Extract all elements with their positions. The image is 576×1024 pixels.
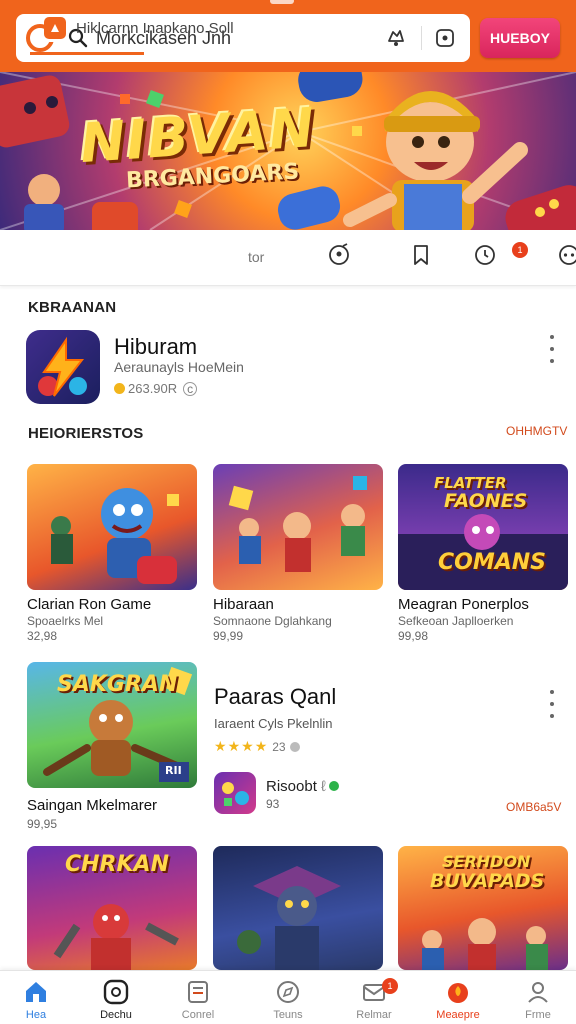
game-card-subtitle: Somnaone Dglahkang bbox=[213, 614, 332, 628]
star-icon: ★ bbox=[227, 738, 241, 754]
section-title: KBRAANAN bbox=[28, 299, 117, 316]
scan-icon[interactable] bbox=[432, 25, 458, 51]
game-card-subtitle: Spoaelrks Mel bbox=[27, 614, 104, 628]
feature-more-button[interactable] bbox=[548, 690, 556, 718]
card-art-text: FAONES bbox=[444, 490, 528, 512]
info-icon[interactable]: c bbox=[183, 381, 198, 396]
game-card-price: 99,99 bbox=[213, 629, 244, 643]
card-art-text: SERHDON bbox=[442, 852, 531, 871]
nav-label: Relmar bbox=[356, 1009, 392, 1021]
card-art-text: CHRKAN bbox=[65, 852, 169, 877]
game-card-title[interactable]: Hibaraan bbox=[213, 596, 274, 613]
game-card-image[interactable]: FLATTER FAONES COMANS bbox=[398, 464, 568, 590]
nav-chat[interactable]: Dechu bbox=[80, 972, 152, 1024]
nav-label: Hea bbox=[25, 1009, 47, 1021]
nav-explore[interactable]: Teuns bbox=[252, 972, 324, 1024]
camera-search-icon[interactable] bbox=[383, 25, 409, 51]
mini-app-count: 93 bbox=[266, 797, 280, 811]
star-icon: ★ bbox=[241, 738, 254, 754]
tab-app-icon bbox=[44, 17, 66, 39]
tab-underline bbox=[30, 52, 144, 55]
fire-icon bbox=[448, 983, 468, 1003]
notification-badge: 1 bbox=[512, 242, 528, 258]
game-card-price: 32,98 bbox=[27, 629, 58, 643]
game-card-price: 99,98 bbox=[398, 629, 429, 643]
nav-label: Meaepre bbox=[436, 1009, 480, 1021]
game-card-image[interactable] bbox=[213, 846, 383, 970]
document-icon bbox=[188, 981, 208, 1003]
game-card-image[interactable]: CHRKAN bbox=[27, 846, 197, 970]
card-art-text: COMANS bbox=[438, 550, 547, 575]
verified-icon bbox=[328, 781, 339, 791]
bookmark-icon[interactable] bbox=[408, 242, 434, 268]
mini-app-title[interactable]: Risoobt ℓ bbox=[266, 778, 339, 795]
game-card-title[interactable]: Meagran Ponerplos bbox=[398, 596, 529, 613]
card-art-text: SAKGRAN bbox=[57, 672, 178, 697]
history-icon[interactable] bbox=[472, 242, 498, 268]
info-icon[interactable] bbox=[289, 741, 300, 752]
featured-app-subtitle: Aeraunayls HoeMein bbox=[114, 359, 244, 375]
mini-app-icon[interactable] bbox=[214, 772, 256, 814]
nav-label: Frme bbox=[525, 1009, 551, 1021]
mail-badge: 1 bbox=[382, 978, 398, 994]
home-icon bbox=[26, 982, 46, 1002]
feature-title[interactable]: Paaras Qanl bbox=[214, 684, 336, 710]
search-divider bbox=[421, 26, 422, 50]
game-card-image[interactable]: SAKGRAN RII bbox=[27, 662, 197, 788]
star-icon: ★ bbox=[214, 738, 227, 754]
nav-mail[interactable]: Relmar bbox=[338, 972, 410, 1024]
featured-app-meta: 263.90R c bbox=[114, 381, 198, 396]
profile-icon bbox=[528, 982, 548, 1003]
nav-label: Conrel bbox=[181, 1009, 215, 1021]
feature-subtitle: Iaraent Cyls Pkelnlin bbox=[214, 716, 333, 731]
game-card-image[interactable] bbox=[27, 464, 197, 590]
card-art-tag: RII bbox=[165, 764, 182, 777]
see-all-link[interactable]: OMB6a5V bbox=[506, 800, 561, 814]
star-icon: ★ bbox=[254, 738, 268, 754]
tab-active[interactable]: Hiklcarnn Inapkano Soll bbox=[30, 12, 234, 44]
nav-profile[interactable]: Frme bbox=[502, 972, 574, 1024]
nav-hot[interactable]: Meaepre bbox=[422, 972, 494, 1024]
featured-app-more-button[interactable] bbox=[548, 335, 556, 363]
featured-app-count: 263.90R bbox=[128, 381, 178, 396]
nav-home[interactable]: Hea bbox=[0, 972, 72, 1024]
status-bar bbox=[0, 0, 576, 10]
see-all-link[interactable]: OHHMGTV bbox=[506, 424, 567, 438]
top-action-button[interactable]: HUEBOY bbox=[480, 18, 560, 58]
tab-active-label: Hiklcarnn Inapkano Soll bbox=[76, 19, 234, 37]
game-card-title[interactable]: Clarian Ron Game bbox=[27, 596, 151, 613]
game-card-image[interactable] bbox=[213, 464, 383, 590]
featured-app-icon[interactable] bbox=[26, 330, 100, 404]
featured-app-title[interactable]: Hiburam bbox=[114, 334, 197, 360]
game-card-subtitle: Sefkeoan Japlloerken bbox=[398, 614, 514, 628]
nav-label: Dechu bbox=[100, 1009, 132, 1021]
rating-count: 23 bbox=[272, 739, 286, 754]
status-indicator bbox=[270, 0, 294, 4]
tab-second[interactable]: tor bbox=[248, 249, 264, 265]
more-apps-icon[interactable] bbox=[556, 242, 576, 268]
section-title: HEIORIERSTOS bbox=[28, 425, 144, 442]
location-icon[interactable] bbox=[326, 242, 352, 268]
nav-label: Teuns bbox=[273, 1009, 303, 1021]
coin-icon bbox=[114, 383, 125, 394]
game-card-price: 99,95 bbox=[27, 817, 58, 831]
nav-documents[interactable]: Conrel bbox=[162, 972, 234, 1024]
game-card-title[interactable]: Saingan Mkelmarer bbox=[27, 797, 157, 814]
compass-icon bbox=[277, 981, 299, 1003]
card-art-text: BUVAPADS bbox=[430, 870, 545, 892]
feature-rating: ★ ★ ★ ★ 23 bbox=[214, 738, 300, 755]
chat-icon bbox=[103, 979, 129, 1005]
game-card-image[interactable]: SERHDON BUVAPADS bbox=[398, 846, 568, 970]
promo-banner[interactable]: NIBVAN BRGANGOARS bbox=[0, 72, 576, 230]
